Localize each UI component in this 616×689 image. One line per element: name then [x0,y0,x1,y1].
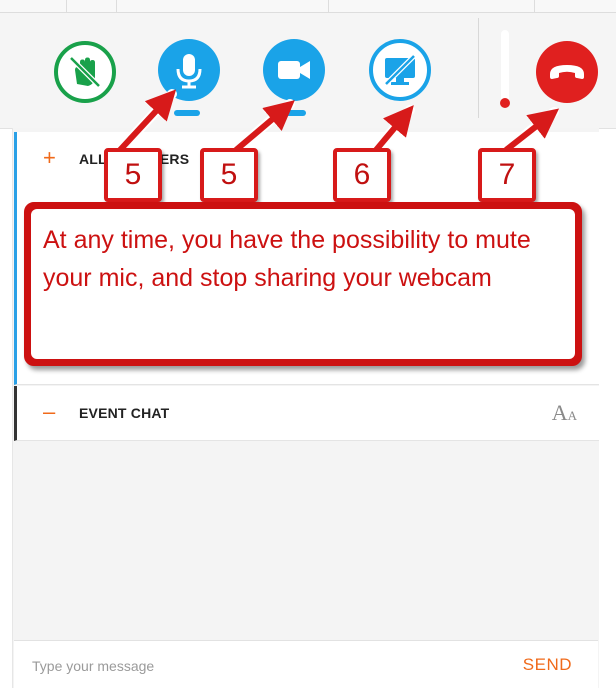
arrow-to-hang-up [504,108,560,153]
callout-body: At any time, you have the possibility to… [31,209,575,359]
arrow-to-webcam [234,100,295,153]
arrow-to-microphone [117,89,177,153]
step-badge-webcam: 5 [200,148,258,202]
annotation-callout: At any time, you have the possibility to… [24,202,582,366]
callout-text: At any time, you have the possibility to… [43,226,531,292]
step-badge-hang-up: 7 [478,148,536,202]
step-badge-screen-share: 6 [333,148,391,202]
step-badge-microphone: 5 [104,148,162,202]
arrow-to-screen-share [373,105,414,152]
